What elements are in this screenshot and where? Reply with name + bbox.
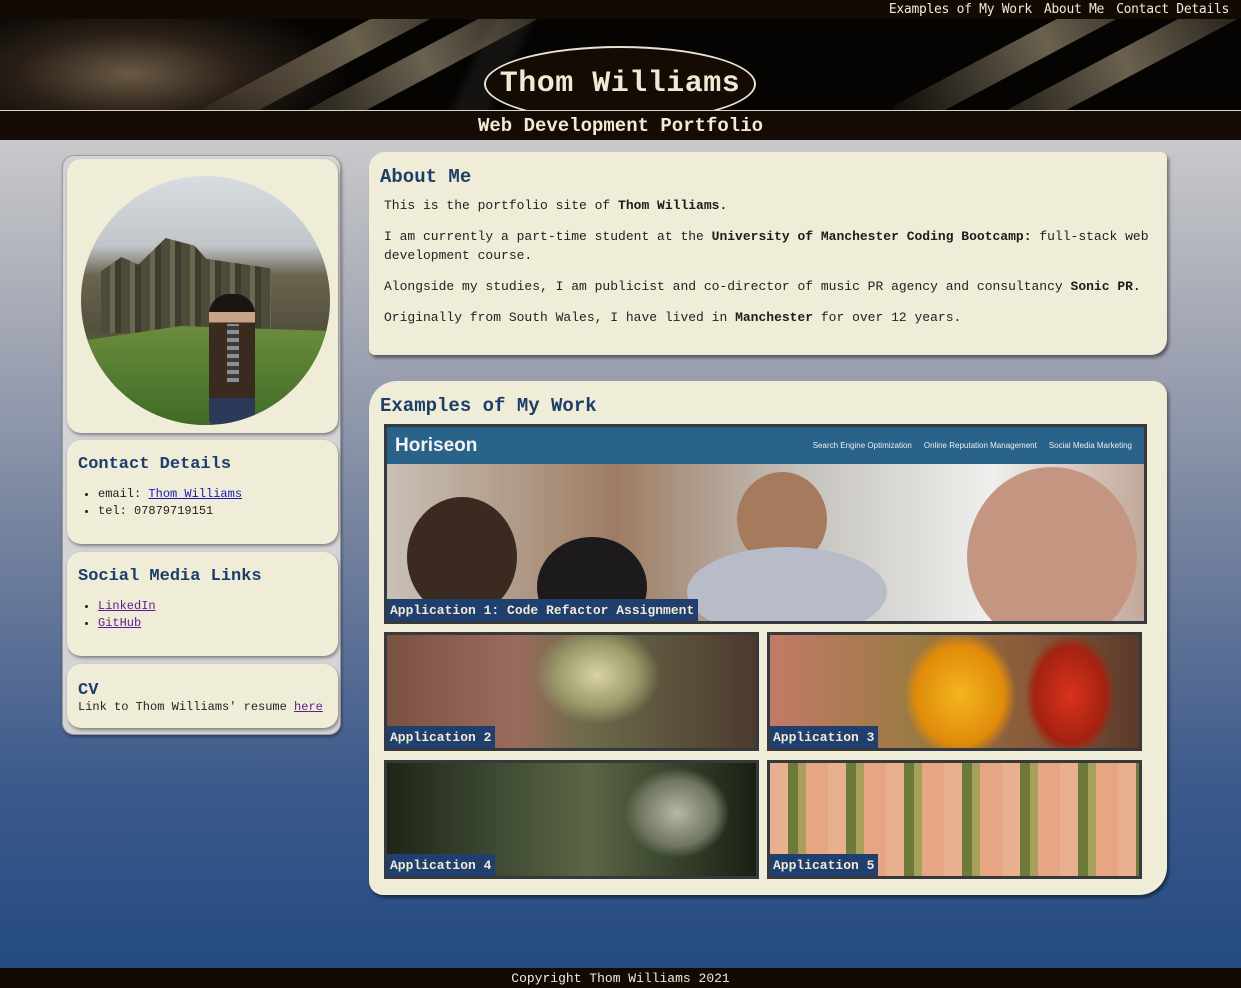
about-section: About Me This is the portfolio site of T… [369, 152, 1167, 355]
application-5-label: Application 5 [770, 854, 879, 876]
horiseon-header: Horiseon Search Engine Optimization Onli… [387, 427, 1144, 464]
photo-scarf [227, 324, 239, 382]
social-heading: Social Media Links [78, 567, 262, 586]
nav-link-contact[interactable]: Contact Details [1116, 2, 1229, 17]
contact-tel: tel: 07879719151 [98, 503, 338, 520]
horiseon-nav: Search Engine Optimization Online Reputa… [813, 441, 1132, 450]
about-paragraph-3: Alongside my studies, I am publicist and… [384, 279, 1141, 294]
application-1-label: Application 1: Code Refactor Assignment [387, 599, 699, 621]
application-2-label: Application 2 [387, 726, 496, 748]
application-3-label: Application 3 [770, 726, 879, 748]
footer: Copyright Thom Williams 2021 [0, 968, 1241, 988]
site-subtitle: Web Development Portfolio [477, 114, 764, 137]
work-section: Examples of My Work Horiseon Search Engi… [369, 381, 1167, 895]
cv-card: CV Link to Thom Williams' resume here [67, 664, 338, 728]
social-card: Social Media Links LinkedIn GitHub [67, 552, 338, 656]
resume-link[interactable]: here [294, 700, 323, 714]
contact-heading: Contact Details [78, 455, 232, 474]
horiseon-nav-item: Search Engine Optimization [812, 441, 912, 450]
top-nav: Examples of My Work About Me Contact Det… [0, 0, 1241, 19]
copyright-text: Copyright Thom Williams 2021 [511, 970, 730, 986]
linkedin-link[interactable]: LinkedIn [98, 599, 156, 613]
subtitle-bar: Web Development Portfolio [0, 111, 1241, 140]
application-4-label: Application 4 [387, 854, 496, 876]
horiseon-nav-item: Social Media Marketing [1048, 441, 1132, 450]
horiseon-nav-item: Online Reputation Management [923, 441, 1037, 450]
cv-heading: CV [78, 681, 99, 700]
nav-link-about[interactable]: About Me [1044, 2, 1105, 17]
photo-grass [81, 326, 330, 425]
contact-list: email: Thom Williams tel: 07879719151 [78, 486, 338, 520]
site-title: Thom Williams [499, 67, 741, 101]
photo-figure [967, 467, 1137, 621]
application-2-tile[interactable]: Application 2 [384, 632, 759, 751]
horiseon-logo: Horiseon [395, 434, 478, 456]
work-heading: Examples of My Work [380, 395, 597, 417]
profile-card [67, 159, 338, 433]
profile-photo [81, 176, 330, 425]
contact-card: Contact Details email: Thom Williams tel… [67, 440, 338, 544]
application-3-tile[interactable]: Application 3 [767, 632, 1142, 751]
about-paragraph-1: This is the portfolio site of Thom Willi… [384, 198, 728, 213]
contact-email: email: Thom Williams [98, 486, 338, 503]
sidebar: Contact Details email: Thom Williams tel… [62, 155, 341, 735]
application-4-tile[interactable]: Application 4 [384, 760, 759, 879]
photo-figure [687, 547, 887, 621]
site-logo: Thom Williams [484, 46, 756, 110]
social-item: LinkedIn [98, 598, 338, 615]
nav-link-work[interactable]: Examples of My Work [889, 2, 1032, 17]
hero-banner: Thom Williams [0, 19, 1241, 110]
social-list: LinkedIn GitHub [78, 598, 338, 632]
about-heading: About Me [380, 166, 472, 188]
about-paragraph-2: I am currently a part-time student at th… [384, 229, 1149, 263]
application-5-tile[interactable]: Application 5 [767, 760, 1142, 879]
cv-text: Link to Thom Williams' resume here [78, 700, 323, 714]
about-paragraph-4: Originally from South Wales, I have live… [384, 310, 962, 325]
github-link[interactable]: GitHub [98, 616, 141, 630]
application-1-tile[interactable]: Horiseon Search Engine Optimization Onli… [384, 424, 1147, 624]
email-link[interactable]: Thom Williams [148, 487, 242, 501]
social-item: GitHub [98, 615, 338, 632]
